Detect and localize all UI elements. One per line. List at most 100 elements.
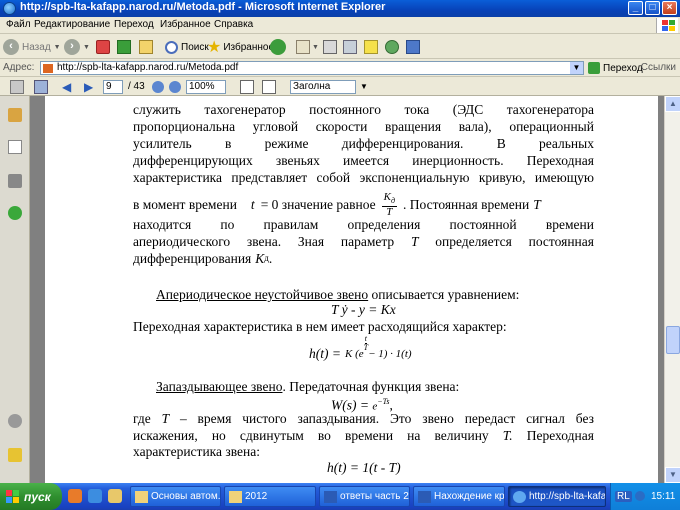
mail-button[interactable]: ▼: [296, 38, 319, 56]
title-bar[interactable]: http://spb-lta-kafapp.narod.ru/Metoda.pd…: [0, 0, 680, 17]
task-button-4[interactable]: Нахождение кри...: [413, 486, 505, 507]
word: звеньях: [275, 153, 320, 168]
pages-icon[interactable]: [8, 140, 22, 154]
back-button[interactable]: ‹ Назад ▼: [3, 38, 61, 56]
scroll-up-icon[interactable]: ▲: [665, 96, 680, 112]
messenger-icon: [385, 40, 399, 54]
word: времени: [344, 428, 394, 443]
menu-file[interactable]: Файл: [6, 19, 31, 30]
word: вращения: [384, 119, 442, 134]
word: операционный: [509, 119, 594, 134]
next-page-icon[interactable]: ▶: [84, 80, 93, 94]
word: угловой: [252, 119, 299, 134]
delay-heading: Запаздывающее звено. Передаточная функци…: [156, 379, 460, 394]
lock-icon[interactable]: [8, 108, 22, 122]
word: тока: [404, 102, 430, 117]
document-viewer[interactable]: служить тахогенератор постоянного тока (ЭДС т…: [30, 96, 664, 483]
menu-edit[interactable]: Редактирование: [34, 19, 110, 30]
paperclip-icon[interactable]: [8, 414, 22, 428]
forward-button[interactable]: › ▼: [64, 38, 90, 56]
favorites-button[interactable]: ★ Избранное: [207, 38, 274, 56]
scroll-thumb[interactable]: [666, 326, 680, 354]
text-line: характеристика представляет собой экспоненц…: [133, 169, 594, 186]
taskbar: пуск Основы автом.п... 2012 ответы часть…: [0, 483, 680, 510]
folder-icon: [229, 490, 242, 503]
text-line: служить тахогенератор постоянного тока (ЭДС т…: [133, 101, 594, 118]
address-input[interactable]: http://spb-lta-kafapp.narod.ru/Metoda.pd…: [40, 61, 584, 75]
vertical-scrollbar[interactable]: ▲ ▼: [664, 96, 680, 483]
fit-width-icon[interactable]: [262, 80, 276, 94]
links-label[interactable]: Ссылки: [641, 62, 676, 73]
refresh-icon: [117, 40, 131, 54]
messenger-button[interactable]: [385, 38, 399, 56]
address-dropdown-icon[interactable]: ▼: [570, 62, 583, 74]
language-indicator[interactable]: RL: [615, 491, 632, 502]
back-arrow-icon: ‹: [3, 39, 19, 55]
word: в: [225, 136, 232, 151]
word: дифференцирования.: [341, 136, 464, 151]
task-button-1[interactable]: Основы автом.п...: [130, 486, 221, 507]
research-button[interactable]: [406, 38, 420, 56]
windows-logo-icon: [656, 18, 678, 33]
start-button[interactable]: пуск: [0, 483, 62, 510]
word: сдвинутым: [239, 428, 304, 443]
prev-page-icon[interactable]: ◀: [62, 80, 71, 94]
word: усилитель: [133, 136, 192, 151]
stop-button[interactable]: [96, 38, 110, 56]
word: режиме: [264, 136, 309, 151]
history-button[interactable]: [270, 38, 286, 56]
history-icon: [270, 39, 286, 55]
firefox-icon[interactable]: [68, 489, 82, 503]
word: (ЭДС: [452, 102, 484, 117]
task-button-active[interactable]: http://spb-lta-kafap...: [508, 486, 606, 507]
text-line: искажения, но сдвинутым во времени на величину…: [133, 427, 594, 444]
search-button[interactable]: Поиск: [165, 38, 209, 56]
word: времени: [545, 217, 594, 232]
desktop-icon[interactable]: [108, 489, 122, 503]
print-button[interactable]: [323, 38, 337, 56]
word: вала),: [458, 119, 492, 134]
zoom-select[interactable]: 100%: [186, 80, 226, 94]
menu-favorites[interactable]: Избранное: [160, 19, 211, 30]
zoom-in-icon[interactable]: [169, 81, 181, 93]
print-pdf-icon[interactable]: [10, 80, 24, 94]
tray-icon[interactable]: [635, 491, 645, 501]
close-button[interactable]: ×: [662, 1, 677, 15]
word: находится: [133, 217, 192, 232]
back-label: Назад: [22, 41, 51, 53]
comment-icon[interactable]: [8, 448, 22, 462]
attachments-icon[interactable]: [8, 174, 22, 188]
transient-text: Переходная характеристика в нем имеет ра…: [133, 319, 507, 334]
help-icon[interactable]: [8, 206, 22, 220]
word: тахогенератор: [204, 102, 286, 117]
word: чистого: [242, 411, 287, 426]
home-button[interactable]: [139, 38, 153, 56]
fit-page-icon[interactable]: [240, 80, 254, 94]
word: собой: [316, 170, 351, 185]
task-button-3[interactable]: ответы часть 2 ...: [319, 486, 410, 507]
home-icon: [139, 40, 153, 54]
task-button-2[interactable]: 2012: [224, 486, 316, 507]
find-input[interactable]: Заголна: [290, 80, 356, 94]
page-number-input[interactable]: 9: [103, 80, 123, 94]
menu-help[interactable]: Справка: [214, 19, 253, 30]
go-button[interactable]: Переход: [588, 62, 643, 74]
find-dropdown-icon[interactable]: ▼: [360, 80, 368, 94]
save-pdf-icon[interactable]: [34, 80, 48, 94]
pdf-toolbar: ◀ ▶ 9 / 43 100% Заголна ▼: [0, 78, 680, 96]
word: экспоненциальную: [359, 170, 470, 185]
zoom-out-icon[interactable]: [152, 81, 164, 93]
menu-go[interactable]: Переход: [114, 19, 154, 30]
discuss-button[interactable]: [364, 38, 378, 56]
word: скорости: [315, 119, 368, 134]
refresh-button[interactable]: [117, 38, 131, 56]
word: Переходная: [526, 428, 594, 443]
word: инерционность.: [412, 153, 504, 168]
maximize-button[interactable]: □: [645, 1, 660, 15]
minimize-button[interactable]: _: [628, 1, 643, 15]
scroll-down-icon[interactable]: ▼: [665, 467, 680, 483]
ie-quicklaunch-icon[interactable]: [88, 489, 102, 503]
word: T: [161, 411, 170, 426]
pdf-file-icon: [43, 64, 53, 73]
edit-button[interactable]: [343, 38, 357, 56]
